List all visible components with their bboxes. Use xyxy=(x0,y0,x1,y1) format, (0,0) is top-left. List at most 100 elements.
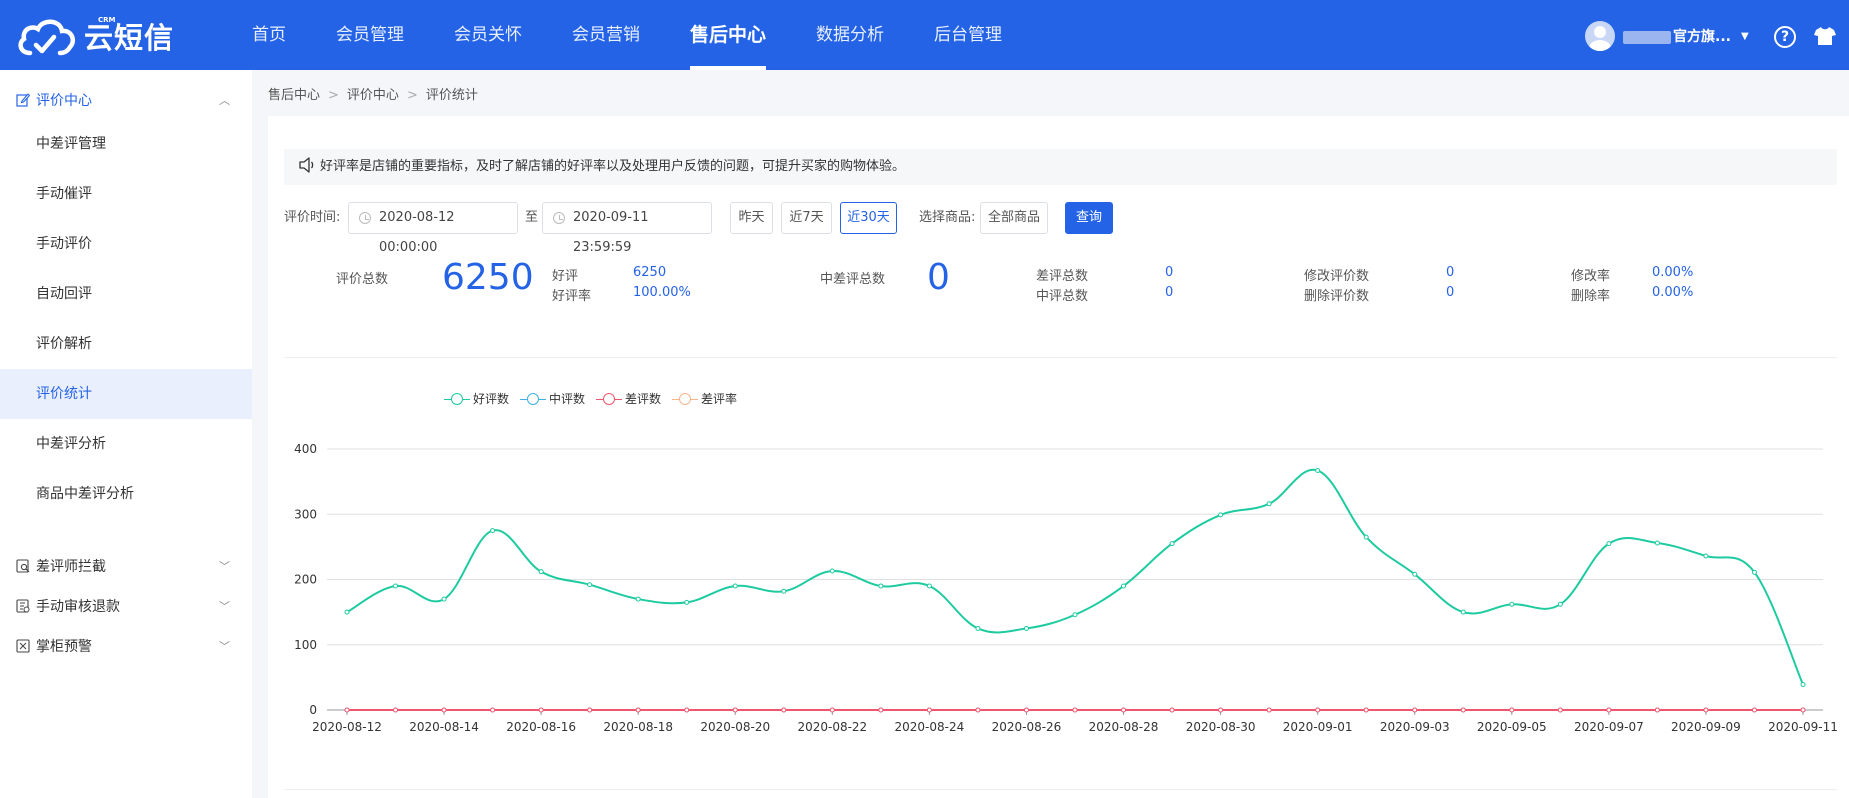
data-point xyxy=(490,528,496,534)
sidebar-item-midbad-analysis[interactable]: 中差评分析 xyxy=(0,419,252,469)
nav-item-marketing[interactable]: 会员营销 xyxy=(552,0,660,70)
x-tick-label: 2020-08-16 xyxy=(506,720,576,734)
sidebar-item-manual-review[interactable]: 手动评价 xyxy=(0,219,252,269)
data-point xyxy=(1412,707,1418,713)
sidebar-group-warning[interactable]: 掌柜预警 ﹀ xyxy=(0,626,252,666)
data-point xyxy=(1315,707,1321,713)
x-tick-label: 2020-08-12 xyxy=(312,720,382,734)
data-point xyxy=(975,625,981,631)
nav-item-aftersale[interactable]: 售后中心 xyxy=(670,0,786,70)
sidebar-item-midbad-manage[interactable]: 中差评管理 xyxy=(0,119,252,169)
data-point xyxy=(1121,583,1127,589)
sidebar-group-reviews[interactable]: 评价中心 ︿ xyxy=(0,80,252,120)
data-point xyxy=(1023,707,1029,713)
nav-item-analytics[interactable]: 数据分析 xyxy=(796,0,904,70)
data-point xyxy=(1654,707,1660,713)
data-point xyxy=(975,707,981,713)
breadcrumb: 售后中心 > 评价中心 > 评价统计 xyxy=(268,84,478,103)
user-menu[interactable]: 官方旗... ▼ xyxy=(1585,20,1749,52)
top-navbar: CRM 云短信 首页 会员管理 会员关怀 会员营销 售后中心 数据分析 后台管理… xyxy=(0,0,1849,70)
total-label: 评价总数 xyxy=(336,272,389,287)
breadcrumb-item[interactable]: 评价中心 xyxy=(347,88,399,103)
sidebar: 评价中心 ︿ 中差评管理 手动催评 手动评价 自动回评 评价解析 评价统计 中差… xyxy=(0,70,252,798)
review-trend-chart: 0 100 200 300 400 2020-08-12 2020-08-14 2020-08… xyxy=(294,442,1838,734)
x-tick-label: 2020-08-24 xyxy=(895,720,965,734)
yesterday-button[interactable]: 昨天 xyxy=(730,202,773,234)
end-date-input[interactable]: 2020-09-11 23:59:59 xyxy=(542,202,712,255)
sidebar-group-label: 差评师拦截 xyxy=(36,559,106,575)
nav-item-home[interactable]: 首页 xyxy=(232,0,306,70)
deleted-value: 0 xyxy=(1446,285,1455,300)
nav-item-members[interactable]: 会员管理 xyxy=(316,0,424,70)
product-label: 选择商品: xyxy=(919,210,976,225)
divider xyxy=(284,789,1837,790)
data-point xyxy=(732,583,738,589)
breadcrumb-item[interactable]: 售后中心 xyxy=(268,88,320,103)
divider xyxy=(284,357,1837,358)
sidebar-item-review-parse[interactable]: 评价解析 xyxy=(0,319,252,369)
question-circle-icon[interactable]: ? xyxy=(1774,26,1796,48)
sidebar-item-review-stats[interactable]: 评价统计 xyxy=(0,369,252,419)
chevron-down-icon: ﹀ xyxy=(219,600,230,613)
data-point xyxy=(1509,707,1515,713)
sidebar-group-interceptor[interactable]: 差评师拦截 ﹀ xyxy=(0,546,252,586)
refund-icon xyxy=(16,599,30,613)
delete-rate-value: 0.00% xyxy=(1652,285,1694,300)
data-point xyxy=(1557,707,1563,713)
x-tick-label: 2020-09-01 xyxy=(1283,720,1353,734)
midbad-value: 0 xyxy=(927,257,950,298)
product-select-button[interactable]: 全部商品 xyxy=(980,202,1048,234)
data-point xyxy=(1460,707,1466,713)
caret-down-icon: ▼ xyxy=(1740,30,1749,42)
data-point xyxy=(829,568,835,574)
avatar xyxy=(1585,21,1615,51)
notice-text: 好评率是店铺的重要指标，及时了解店铺的好评率以及处理用户反馈的问题，可提升买家的… xyxy=(320,159,906,174)
sidebar-item-manual-remind[interactable]: 手动催评 xyxy=(0,169,252,219)
data-point xyxy=(781,588,787,594)
data-point xyxy=(441,707,447,713)
data-point xyxy=(732,707,738,713)
shield-search-icon xyxy=(16,559,30,573)
delete-rate-label: 删除率 xyxy=(1571,289,1611,304)
data-point xyxy=(1460,609,1466,615)
nav-item-care[interactable]: 会员关怀 xyxy=(434,0,542,70)
data-point xyxy=(393,583,399,589)
good-label: 好评 xyxy=(552,269,579,284)
last-30-days-button[interactable]: 近30天 xyxy=(840,202,897,234)
data-point xyxy=(1023,625,1029,631)
data-point xyxy=(635,707,641,713)
data-point xyxy=(1218,707,1224,713)
x-tick-label: 2020-09-03 xyxy=(1380,720,1450,734)
bad-label: 差评总数 xyxy=(1036,269,1089,284)
deleted-label: 删除评价数 xyxy=(1304,289,1370,304)
sidebar-group-label: 评价中心 xyxy=(36,93,92,109)
modified-value: 0 xyxy=(1446,265,1455,280)
data-point xyxy=(1218,512,1224,518)
data-point xyxy=(1315,468,1321,474)
shirt-icon[interactable] xyxy=(1814,26,1836,46)
nav-item-admin[interactable]: 后台管理 xyxy=(914,0,1022,70)
mid-value: 0 xyxy=(1165,285,1174,300)
breadcrumb-item: 评价统计 xyxy=(425,88,478,103)
data-point xyxy=(635,596,641,602)
data-point xyxy=(926,707,932,713)
brand-badge: CRM xyxy=(98,16,116,24)
data-point xyxy=(1169,707,1175,713)
y-tick-label: 100 xyxy=(294,638,317,652)
sidebar-item-auto-reply[interactable]: 自动回评 xyxy=(0,269,252,319)
brand-logo[interactable]: CRM 云短信 xyxy=(16,14,174,58)
data-point xyxy=(441,596,447,602)
redacted-name xyxy=(1623,30,1671,44)
y-tick-label: 0 xyxy=(309,703,317,717)
clock-icon xyxy=(553,212,565,224)
data-point xyxy=(684,707,690,713)
x-tick-label: 2020-08-18 xyxy=(603,720,673,734)
start-date-input[interactable]: 2020-08-12 00:00:00 xyxy=(348,202,518,255)
data-point xyxy=(1509,601,1515,607)
query-button[interactable]: 查询 xyxy=(1065,202,1113,234)
sidebar-item-product-analysis[interactable]: 商品中差评分析 xyxy=(0,469,252,519)
last-7-days-button[interactable]: 近7天 xyxy=(781,202,832,234)
data-point xyxy=(1363,707,1369,713)
sidebar-group-refund[interactable]: 手动审核退款 ﹀ xyxy=(0,586,252,626)
data-point xyxy=(1751,707,1757,713)
